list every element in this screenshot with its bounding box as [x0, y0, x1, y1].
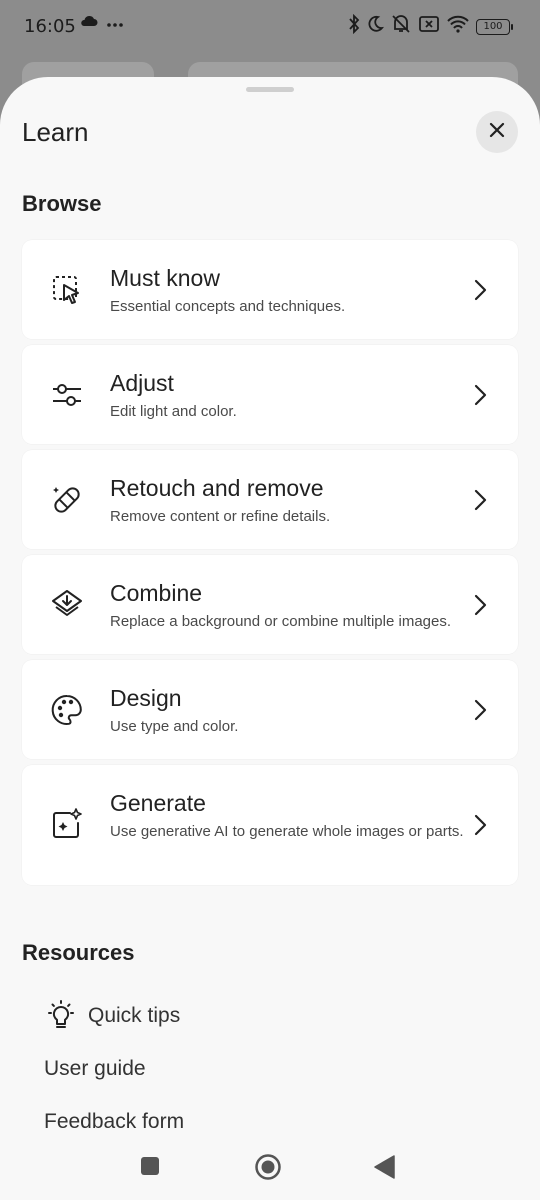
moon-icon [366, 15, 384, 38]
browse-item-retouch-and-remove[interactable]: Retouch and remove Remove content or ref… [22, 450, 518, 549]
resource-feedback-form[interactable]: Feedback form [44, 1110, 184, 1134]
browse-item-title: Combine [110, 580, 203, 606]
resource-label: Feedback form [44, 1110, 185, 1133]
browse-item-subtitle: Essential concepts and techniques. [110, 298, 346, 315]
browse-item-combine[interactable]: Combine Replace a background or combine … [22, 555, 518, 654]
browse-item-title: Must know [110, 265, 220, 291]
browse-list: Must know Essential concepts and techniq… [22, 240, 518, 891]
browse-item-subtitle: Replace a background or combine multiple… [110, 613, 452, 630]
chevron-right-icon [470, 593, 490, 617]
browse-item-subtitle: Use type and color. [110, 718, 239, 735]
status-bar: 16:05 100 [0, 0, 540, 56]
close-icon [489, 122, 505, 143]
browse-item-title: Design [110, 685, 182, 711]
resources-heading: Resources [22, 940, 135, 965]
palette-icon [50, 693, 84, 727]
browse-item-generate[interactable]: Generate Use generative AI to generate w… [22, 765, 518, 885]
close-button[interactable] [476, 111, 518, 153]
more-dots-icon [106, 15, 124, 33]
browse-heading: Browse [22, 191, 102, 216]
browse-item-design[interactable]: Design Use type and color. [22, 660, 518, 759]
browse-item-must-know[interactable]: Must know Essential concepts and techniq… [22, 240, 518, 339]
bluetooth-icon [348, 13, 360, 39]
browse-item-subtitle: Use generative AI to generate whole imag… [110, 823, 464, 840]
mute-vibrate-icon [390, 14, 412, 39]
sheet-title: Learn [22, 117, 89, 147]
home-circle-icon[interactable] [254, 1153, 282, 1186]
back-triangle-icon[interactable] [374, 1155, 396, 1184]
cloud-icon [80, 14, 98, 33]
browse-item-subtitle: Remove content or refine details. [110, 508, 331, 525]
select-pointer-icon [50, 273, 84, 307]
sliders-icon [50, 378, 84, 412]
resource-user-guide[interactable]: User guide [44, 1057, 146, 1081]
battery-icon: 100 [476, 18, 513, 35]
browse-item-adjust[interactable]: Adjust Edit light and color. [22, 345, 518, 444]
resource-label: User guide [44, 1057, 146, 1080]
browse-item-title: Generate [110, 790, 206, 816]
drag-handle[interactable] [246, 87, 294, 92]
browse-item-title: Adjust [110, 370, 174, 396]
chevron-right-icon [470, 698, 490, 722]
status-right-icons: 100 [348, 13, 513, 39]
chevron-right-icon [470, 278, 490, 302]
browse-item-title: Retouch and remove [110, 475, 324, 501]
status-left-icons [80, 14, 124, 33]
sim-x-icon [418, 15, 440, 38]
resource-quick-tips[interactable]: Quick tips [44, 999, 180, 1033]
system-nav-bar [0, 1140, 540, 1200]
layers-icon [50, 588, 84, 622]
chevron-right-icon [470, 488, 490, 512]
resource-label: Quick tips [88, 1004, 181, 1027]
lightbulb-icon [44, 999, 78, 1033]
browse-item-subtitle: Edit light and color. [110, 403, 237, 420]
recents-square-icon[interactable] [140, 1156, 160, 1181]
chevron-right-icon [470, 383, 490, 407]
learn-sheet: Learn Browse Must know Essential concept… [0, 77, 540, 1200]
status-time: 16:05 [24, 16, 76, 37]
sparkle-image-icon [50, 807, 84, 841]
bandage-icon [50, 483, 84, 517]
chevron-right-icon [470, 813, 490, 837]
wifi-icon [446, 15, 470, 38]
